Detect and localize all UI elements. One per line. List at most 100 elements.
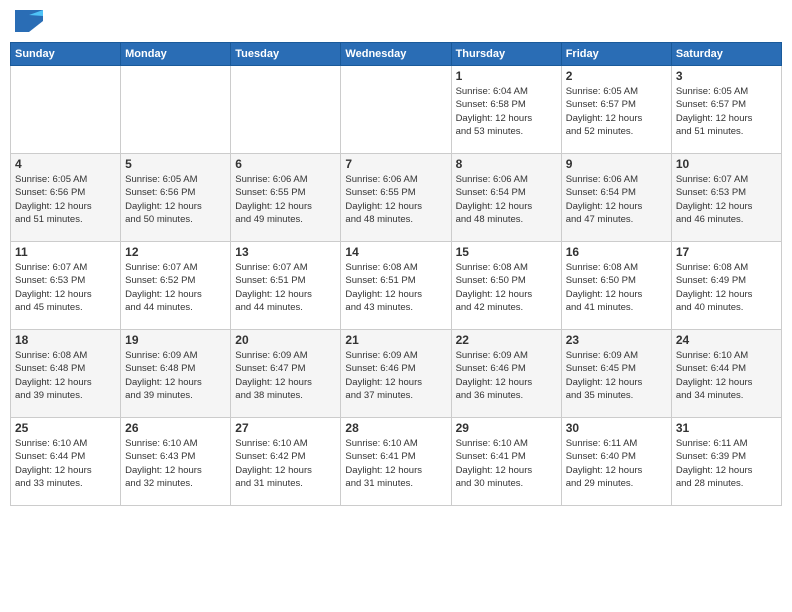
day-info: Sunrise: 6:09 AM Sunset: 6:46 PM Dayligh… (345, 349, 446, 402)
calendar-cell: 23Sunrise: 6:09 AM Sunset: 6:45 PM Dayli… (561, 330, 671, 418)
weekday-header-friday: Friday (561, 43, 671, 66)
day-info: Sunrise: 6:09 AM Sunset: 6:48 PM Dayligh… (125, 349, 226, 402)
day-number: 10 (676, 157, 777, 171)
day-info: Sunrise: 6:06 AM Sunset: 6:55 PM Dayligh… (345, 173, 446, 226)
calendar-week-row: 1 Sunrise: 6:04 AM Sunset: 6:58 PM Daylig… (11, 66, 782, 154)
calendar-cell: 8 Sunrise: 6:06 AM Sunset: 6:54 PM Daylig… (451, 154, 561, 242)
day-info: Sunrise: 6:06 AM Sunset: 6:54 PM Dayligh… (566, 173, 667, 226)
weekday-header-sunday: Sunday (11, 43, 121, 66)
calendar-cell: 16 Sunrise: 6:08 AM Sunset: 6:50 PM Dayli… (561, 242, 671, 330)
day-number: 20 (235, 333, 336, 347)
calendar-cell: 19 Sunrise: 6:09 AM Sunset: 6:48 PM Dayli… (121, 330, 231, 418)
day-number: 2 (566, 69, 667, 83)
calendar-cell: 7 Sunrise: 6:06 AM Sunset: 6:55 PM Daylig… (341, 154, 451, 242)
day-number: 31 (676, 421, 777, 435)
calendar-cell: 11 Sunrise: 6:07 AM Sunset: 6:53 PM Dayli… (11, 242, 121, 330)
calendar-cell: 28 Sunrise: 6:10 AM Sunset: 6:41 PM Dayli… (341, 418, 451, 506)
logo (15, 10, 47, 32)
day-number: 13 (235, 245, 336, 259)
day-info: Sunrise: 6:09 AM Sunset: 6:46 PM Dayligh… (456, 349, 557, 402)
day-info: Sunrise: 6:07 AM Sunset: 6:53 PM Dayligh… (15, 261, 116, 314)
calendar-cell: 31Sunrise: 6:11 AM Sunset: 6:39 PM Dayli… (671, 418, 781, 506)
day-info: Sunrise: 6:10 AM Sunset: 6:41 PM Dayligh… (456, 437, 557, 490)
calendar-cell: 20 Sunrise: 6:09 AM Sunset: 6:47 PM Dayli… (231, 330, 341, 418)
day-number: 4 (15, 157, 116, 171)
calendar-cell (231, 66, 341, 154)
calendar-cell: 15 Sunrise: 6:08 AM Sunset: 6:50 PM Dayli… (451, 242, 561, 330)
calendar-cell: 18Sunrise: 6:08 AM Sunset: 6:48 PM Dayli… (11, 330, 121, 418)
calendar-cell: 26Sunrise: 6:10 AM Sunset: 6:43 PM Dayli… (121, 418, 231, 506)
day-info: Sunrise: 6:10 AM Sunset: 6:42 PM Dayligh… (235, 437, 336, 490)
calendar-cell: 21 Sunrise: 6:09 AM Sunset: 6:46 PM Dayli… (341, 330, 451, 418)
day-number: 18 (15, 333, 116, 347)
day-number: 5 (125, 157, 226, 171)
day-info: Sunrise: 6:08 AM Sunset: 6:49 PM Dayligh… (676, 261, 777, 314)
day-number: 16 (566, 245, 667, 259)
calendar-cell (341, 66, 451, 154)
calendar-cell (11, 66, 121, 154)
day-info: Sunrise: 6:05 AM Sunset: 6:56 PM Dayligh… (15, 173, 116, 226)
day-number: 21 (345, 333, 446, 347)
calendar-cell: 12 Sunrise: 6:07 AM Sunset: 6:52 PM Dayli… (121, 242, 231, 330)
calendar-cell: 1 Sunrise: 6:04 AM Sunset: 6:58 PM Daylig… (451, 66, 561, 154)
calendar-cell: 9 Sunrise: 6:06 AM Sunset: 6:54 PM Daylig… (561, 154, 671, 242)
calendar-cell: 17 Sunrise: 6:08 AM Sunset: 6:49 PM Dayli… (671, 242, 781, 330)
logo-icon (15, 10, 43, 32)
calendar-cell: 6Sunrise: 6:06 AM Sunset: 6:55 PM Daylig… (231, 154, 341, 242)
day-info: Sunrise: 6:04 AM Sunset: 6:58 PM Dayligh… (456, 85, 557, 138)
day-info: Sunrise: 6:06 AM Sunset: 6:55 PM Dayligh… (235, 173, 336, 226)
day-info: Sunrise: 6:08 AM Sunset: 6:50 PM Dayligh… (566, 261, 667, 314)
calendar-cell: 3Sunrise: 6:05 AM Sunset: 6:57 PM Daylig… (671, 66, 781, 154)
calendar-cell: 2 Sunrise: 6:05 AM Sunset: 6:57 PM Daylig… (561, 66, 671, 154)
weekday-header-thursday: Thursday (451, 43, 561, 66)
calendar-cell: 30 Sunrise: 6:11 AM Sunset: 6:40 PM Dayli… (561, 418, 671, 506)
day-number: 1 (456, 69, 557, 83)
calendar-cell: 13Sunrise: 6:07 AM Sunset: 6:51 PM Dayli… (231, 242, 341, 330)
day-number: 29 (456, 421, 557, 435)
day-number: 12 (125, 245, 226, 259)
day-number: 28 (345, 421, 446, 435)
day-info: Sunrise: 6:10 AM Sunset: 6:43 PM Dayligh… (125, 437, 226, 490)
day-info: Sunrise: 6:07 AM Sunset: 6:53 PM Dayligh… (676, 173, 777, 226)
day-info: Sunrise: 6:06 AM Sunset: 6:54 PM Dayligh… (456, 173, 557, 226)
day-number: 8 (456, 157, 557, 171)
day-number: 24 (676, 333, 777, 347)
calendar-cell: 27Sunrise: 6:10 AM Sunset: 6:42 PM Dayli… (231, 418, 341, 506)
weekday-header-row: SundayMondayTuesdayWednesdayThursdayFrid… (11, 43, 782, 66)
day-info: Sunrise: 6:07 AM Sunset: 6:52 PM Dayligh… (125, 261, 226, 314)
calendar-cell: 24Sunrise: 6:10 AM Sunset: 6:44 PM Dayli… (671, 330, 781, 418)
day-info: Sunrise: 6:10 AM Sunset: 6:44 PM Dayligh… (15, 437, 116, 490)
day-info: Sunrise: 6:05 AM Sunset: 6:57 PM Dayligh… (676, 85, 777, 138)
day-info: Sunrise: 6:05 AM Sunset: 6:57 PM Dayligh… (566, 85, 667, 138)
day-number: 19 (125, 333, 226, 347)
calendar-cell: 14 Sunrise: 6:08 AM Sunset: 6:51 PM Dayli… (341, 242, 451, 330)
day-number: 17 (676, 245, 777, 259)
weekday-header-tuesday: Tuesday (231, 43, 341, 66)
day-info: Sunrise: 6:08 AM Sunset: 6:50 PM Dayligh… (456, 261, 557, 314)
calendar-week-row: 18Sunrise: 6:08 AM Sunset: 6:48 PM Dayli… (11, 330, 782, 418)
calendar-body: 1 Sunrise: 6:04 AM Sunset: 6:58 PM Daylig… (11, 66, 782, 506)
calendar-cell: 5Sunrise: 6:05 AM Sunset: 6:56 PM Daylig… (121, 154, 231, 242)
day-number: 9 (566, 157, 667, 171)
day-number: 23 (566, 333, 667, 347)
day-info: Sunrise: 6:08 AM Sunset: 6:51 PM Dayligh… (345, 261, 446, 314)
day-number: 7 (345, 157, 446, 171)
day-info: Sunrise: 6:11 AM Sunset: 6:40 PM Dayligh… (566, 437, 667, 490)
day-info: Sunrise: 6:09 AM Sunset: 6:47 PM Dayligh… (235, 349, 336, 402)
day-number: 11 (15, 245, 116, 259)
day-number: 15 (456, 245, 557, 259)
day-info: Sunrise: 6:10 AM Sunset: 6:41 PM Dayligh… (345, 437, 446, 490)
calendar-week-row: 4 Sunrise: 6:05 AM Sunset: 6:56 PM Daylig… (11, 154, 782, 242)
day-number: 30 (566, 421, 667, 435)
calendar-cell: 25 Sunrise: 6:10 AM Sunset: 6:44 PM Dayli… (11, 418, 121, 506)
weekday-header-monday: Monday (121, 43, 231, 66)
calendar-header: SundayMondayTuesdayWednesdayThursdayFrid… (11, 43, 782, 66)
day-number: 25 (15, 421, 116, 435)
calendar-cell: 29 Sunrise: 6:10 AM Sunset: 6:41 PM Dayli… (451, 418, 561, 506)
calendar-cell: 10 Sunrise: 6:07 AM Sunset: 6:53 PM Dayli… (671, 154, 781, 242)
calendar-cell: 4 Sunrise: 6:05 AM Sunset: 6:56 PM Daylig… (11, 154, 121, 242)
calendar-cell: 22Sunrise: 6:09 AM Sunset: 6:46 PM Dayli… (451, 330, 561, 418)
calendar-week-row: 25 Sunrise: 6:10 AM Sunset: 6:44 PM Dayli… (11, 418, 782, 506)
calendar-cell (121, 66, 231, 154)
day-number: 14 (345, 245, 446, 259)
